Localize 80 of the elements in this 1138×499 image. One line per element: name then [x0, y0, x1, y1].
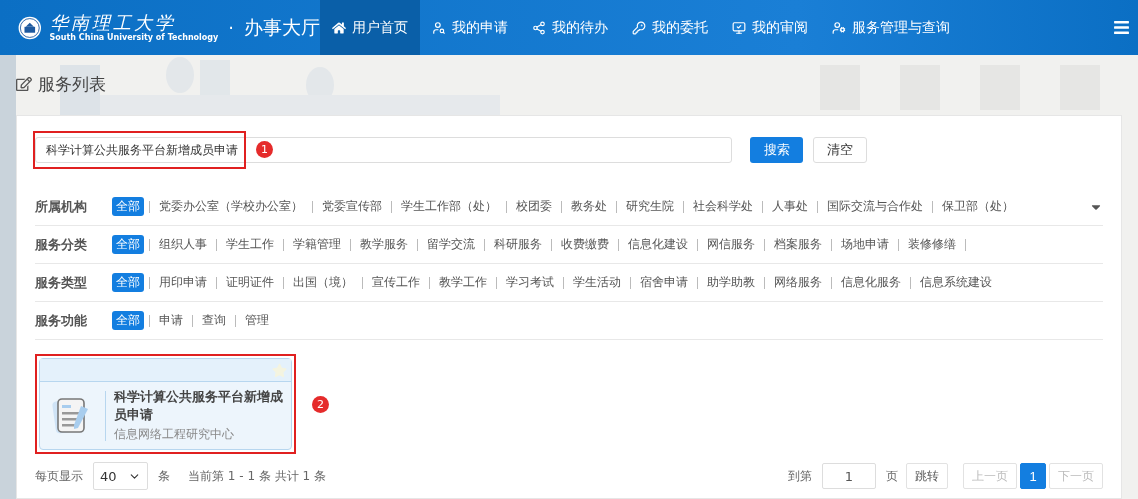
edit-icon: [16, 76, 32, 92]
page-unit-label: 页: [886, 467, 898, 485]
logo-text: 华南理工大学: [49, 13, 176, 33]
search-button[interactable]: 搜索: [750, 137, 803, 163]
nav-tab[interactable]: 我的审阅: [720, 0, 820, 55]
filter-option[interactable]: 社会科学处: [689, 197, 757, 216]
page-summary: 当前第 1 - 1 条 共计 1 条: [188, 467, 326, 485]
key-icon: [632, 20, 646, 35]
user-search-icon: [432, 20, 446, 35]
nav-tab[interactable]: 我的委托: [620, 0, 720, 55]
filter-option[interactable]: 档案服务: [770, 235, 826, 254]
filter-label: 所属机构: [35, 197, 88, 216]
nav-tab[interactable]: 我的申请: [420, 0, 520, 55]
filter-option[interactable]: 组织人事: [155, 235, 211, 254]
filter-option[interactable]: 科研服务: [490, 235, 546, 254]
user-gear-icon: [832, 20, 846, 35]
logo-subtitle: South China University of Technology: [49, 33, 219, 42]
monitor-icon: [732, 20, 746, 35]
filter-option[interactable]: 教学工作: [435, 273, 491, 292]
filter-option[interactable]: 出国（境）: [289, 273, 357, 292]
filter-option[interactable]: 管理: [241, 311, 273, 330]
filter-option[interactable]: 教学服务: [356, 235, 412, 254]
star-icon[interactable]: [272, 362, 287, 378]
filter-option[interactable]: 全部: [112, 197, 144, 216]
menu-icon: [1113, 19, 1130, 36]
annotation-number: 2: [312, 395, 329, 413]
filter-option[interactable]: 国际交流与合作处: [823, 197, 927, 216]
filter-option[interactable]: 全部: [112, 273, 144, 292]
separator-dot: ·: [228, 17, 234, 38]
filter-option[interactable]: 装修修缮: [904, 235, 960, 254]
nav-tab[interactable]: 我的待办: [520, 0, 620, 55]
service-department: 信息网络工程研究中心: [113, 426, 235, 443]
filter-option[interactable]: 全部: [112, 311, 144, 330]
filter-option[interactable]: 全部: [112, 235, 144, 254]
filter-option[interactable]: 校团委: [512, 197, 556, 216]
unit-label: 条: [158, 467, 170, 485]
filter-option[interactable]: 信息化服务: [837, 273, 905, 292]
filter-option[interactable]: 用印申请: [155, 273, 211, 292]
filter-option[interactable]: 网信服务: [703, 235, 759, 254]
filter-option[interactable]: 学习考试: [502, 273, 558, 292]
filter-option[interactable]: 查询: [198, 311, 230, 330]
filter-option[interactable]: 证明证件: [222, 273, 278, 292]
filter-option[interactable]: 研究生院: [622, 197, 678, 216]
filter-option[interactable]: 收费缴费: [557, 235, 613, 254]
filter-label: 服务分类: [35, 235, 88, 254]
clear-button[interactable]: 清空: [813, 137, 867, 163]
share-icon: [532, 20, 546, 35]
filter-option[interactable]: 信息化建设: [624, 235, 692, 254]
filter-option[interactable]: 宣传工作: [368, 273, 424, 292]
filter-option[interactable]: 学生工作: [222, 235, 278, 254]
page-button[interactable]: 1: [1020, 463, 1046, 489]
service-card[interactable]: 科学计算公共服务平台新增成员申请 信息网络工程研究中心: [39, 358, 292, 450]
filter-option[interactable]: 网络服务: [770, 273, 826, 292]
page-number-field[interactable]: 1: [822, 463, 876, 489]
home-icon: [332, 20, 346, 35]
app-title: 办事大厅: [244, 14, 320, 40]
page-title: 服务列表: [38, 72, 106, 96]
filter-option[interactable]: 助学助教: [703, 273, 759, 292]
nav-tab[interactable]: 服务管理与查询: [820, 0, 962, 55]
filter-option[interactable]: 保卫部（处）: [938, 197, 1018, 216]
goto-label: 到第: [788, 467, 812, 485]
filter-option[interactable]: 教务处: [567, 197, 611, 216]
filter-option[interactable]: 人事处: [768, 197, 812, 216]
service-title: 科学计算公共服务平台新增成员申请: [113, 388, 284, 424]
filter-option[interactable]: 信息系统建设: [916, 273, 996, 292]
filter-option[interactable]: 学籍管理: [289, 235, 345, 254]
filter-option[interactable]: 学生工作部（处）: [397, 197, 501, 216]
filter-option[interactable]: 党委办公室（学校办公室）: [155, 197, 307, 216]
filter-label: 服务类型: [35, 273, 88, 292]
jump-button[interactable]: 跳转: [906, 463, 948, 489]
per-page-select[interactable]: 40: [93, 462, 148, 490]
filter-option[interactable]: 党委宣传部: [318, 197, 386, 216]
nav-tab[interactable]: 用户首页: [320, 0, 420, 55]
per-page-label: 每页显示: [35, 467, 83, 485]
filter-option[interactable]: 留学交流: [423, 235, 479, 254]
filter-option[interactable]: 学生活动: [569, 273, 625, 292]
filter-option[interactable]: 申请: [155, 311, 187, 330]
filter-option[interactable]: 宿舍申请: [636, 273, 692, 292]
filter-label: 服务功能: [35, 311, 88, 330]
filter-option[interactable]: 场地申请: [837, 235, 893, 254]
